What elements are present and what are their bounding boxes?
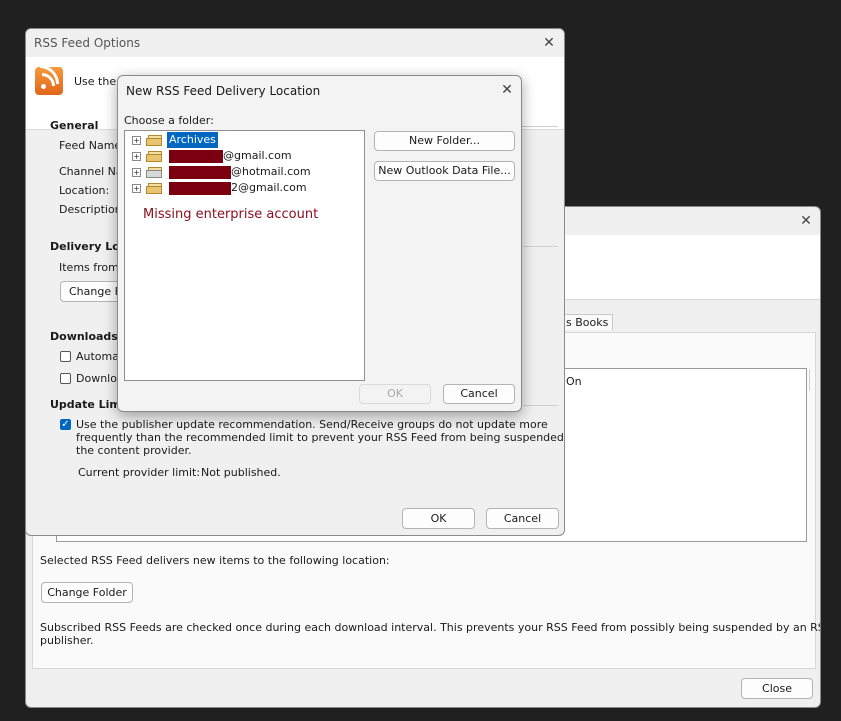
download-note-line2: publisher. <box>40 634 94 647</box>
ok-button[interactable]: OK <box>402 508 475 529</box>
rss-options-title: RSS Feed Options <box>34 36 141 50</box>
rss-banner-text: Use the <box>74 75 117 88</box>
change-folder-button[interactable]: Change Folder <box>41 582 133 603</box>
location-label: Location: <box>59 184 110 197</box>
ok-button[interactable]: OK <box>359 384 431 404</box>
publisher-recommendation-line1: Use the publisher update recommendation.… <box>76 418 548 431</box>
publisher-recommendation-line3: the content provider. <box>76 444 192 457</box>
tree-item-label: 2@gmail.com <box>167 180 309 196</box>
location-description: Selected RSS Feed delivers new items to … <box>40 554 390 567</box>
redaction-bar <box>169 181 231 195</box>
new-folder-button[interactable]: New Folder... <box>374 131 515 151</box>
tab-address-books[interactable]: s Books <box>561 314 614 330</box>
folder-icon <box>146 183 163 194</box>
delivery-location-dialog: New RSS Feed Delivery Location ✕ Choose … <box>117 75 522 412</box>
download-note-line1: Subscribed RSS Feeds are checked once du… <box>40 621 821 634</box>
download-full-article-checkbox[interactable] <box>60 373 71 384</box>
expand-icon[interactable]: + <box>132 184 141 193</box>
items-from-label: Items from <box>59 261 119 274</box>
publisher-recommendation-checkbox[interactable]: ✓ <box>60 419 71 430</box>
expand-icon[interactable]: + <box>132 168 141 177</box>
current-provider-limit-label: Current provider limit: <box>78 466 201 479</box>
list-column-on: On <box>566 375 582 388</box>
publisher-recommendation-line2: frequently than the recommended limit to… <box>76 431 565 444</box>
delivery-dialog-close-icon[interactable]: ✕ <box>499 82 515 98</box>
downloads-heading: Downloads <box>50 330 118 343</box>
cancel-button[interactable]: Cancel <box>443 384 515 404</box>
general-heading: General <box>50 119 99 132</box>
rss-options-close-icon[interactable]: ✕ <box>541 35 557 51</box>
cancel-button[interactable]: Cancel <box>486 508 559 529</box>
shared-folder-icon <box>146 167 163 178</box>
tree-item-label: @gmail.com <box>167 148 294 164</box>
tree-item-label: @hotmail.com <box>167 164 313 180</box>
channel-name-label: Channel Na <box>59 165 123 178</box>
download-full-article-label: Downlo <box>76 372 117 385</box>
automatic-download-checkbox[interactable] <box>60 351 71 362</box>
redaction-bar <box>169 165 231 179</box>
rss-feed-icon <box>35 67 63 95</box>
close-button[interactable]: Close <box>741 678 813 699</box>
delivery-dialog-title: New RSS Feed Delivery Location <box>126 84 321 98</box>
expand-icon[interactable]: + <box>132 152 141 161</box>
expand-icon[interactable]: + <box>132 136 141 145</box>
rss-options-titlebar: RSS Feed Options ✕ <box>26 29 564 57</box>
folder-icon <box>146 135 163 146</box>
current-provider-limit-value: Not published. <box>201 466 281 479</box>
redaction-bar <box>169 149 223 163</box>
description-label: Description <box>59 203 122 216</box>
folder-tree[interactable]: + Archives + @gmail.com + @hotmail.com +… <box>124 130 365 381</box>
tab-address-books-label: s Books <box>566 316 609 329</box>
tree-item-label: Archives <box>167 132 218 148</box>
back-window-close-icon[interactable]: ✕ <box>798 213 814 229</box>
new-outlook-data-file-button[interactable]: New Outlook Data File... <box>374 161 515 181</box>
missing-account-annotation: Missing enterprise account <box>143 207 319 222</box>
feed-name-label: Feed Name <box>59 139 122 152</box>
folder-icon <box>146 151 163 162</box>
choose-folder-label: Choose a folder: <box>124 114 214 127</box>
